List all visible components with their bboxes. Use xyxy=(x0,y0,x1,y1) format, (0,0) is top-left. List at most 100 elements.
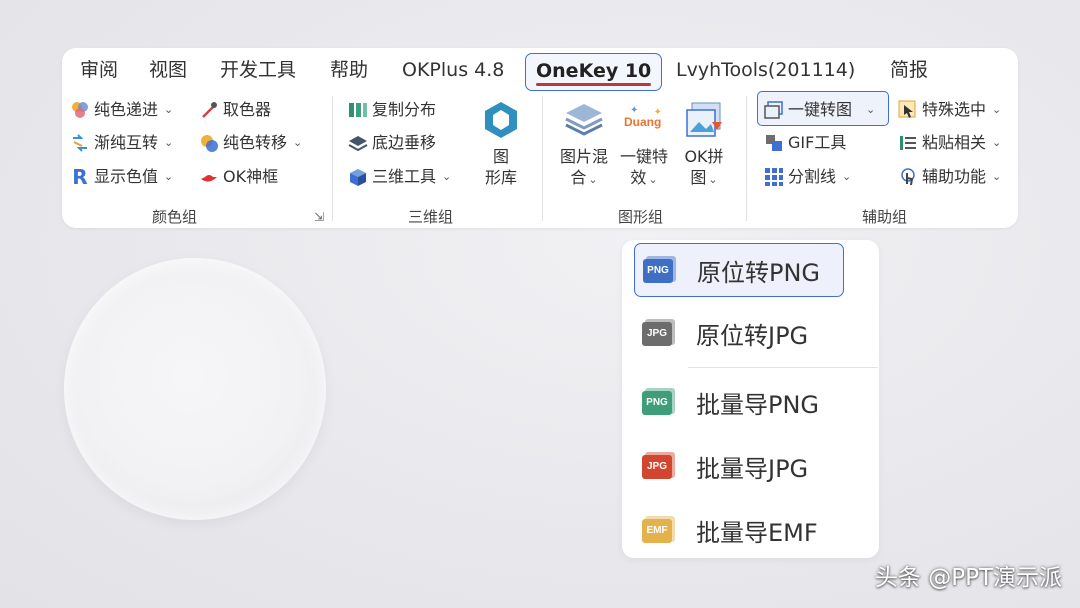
stacked-images-icon xyxy=(564,100,604,140)
color-picker-label: 取色器 xyxy=(223,100,272,119)
image-blend-line2: 合 xyxy=(570,168,587,187)
sparkle-icon: ✦ xyxy=(630,105,639,116)
chevron-down-icon: ⌄ xyxy=(992,136,1002,149)
divider-line-button[interactable]: 分割线 ⌄ xyxy=(764,165,851,189)
ribbon-tabs: 审阅 视图 开发工具 帮助 OKPlus 4.8 OneKey 10 LvyhT… xyxy=(62,48,1018,91)
jpg-file-icon: JPG xyxy=(642,452,676,480)
gradient-solid-convert-button[interactable]: 渐纯互转 ⌄ xyxy=(70,131,173,155)
ribbon: 审阅 视图 开发工具 帮助 OKPlus 4.8 OneKey 10 LvyhT… xyxy=(62,48,1018,228)
layers-icon xyxy=(348,133,368,153)
group-separator xyxy=(542,96,543,221)
ok-collage-line2-row: 图 ⌄ xyxy=(676,167,732,190)
image-convert-icon xyxy=(764,100,784,120)
jpg-file-icon: JPG xyxy=(642,319,676,347)
menu-item-batch-jpg[interactable]: JPG 批量导JPG xyxy=(634,440,844,492)
ok-collage-button[interactable]: OK拼 图 ⌄ xyxy=(676,100,732,190)
png-badge: PNG xyxy=(643,259,673,283)
color-transfer-icon xyxy=(199,133,219,153)
menu-item-label: 批量导JPG xyxy=(696,454,809,483)
one-click-effect-button[interactable]: Duang ✦ ✦ 一键特 效 ⌄ xyxy=(614,100,674,190)
tab-review[interactable]: 审阅 xyxy=(80,56,118,84)
shape-library-line2: 形库 xyxy=(484,168,517,187)
ok-magic-frame-button[interactable]: OK神框 xyxy=(199,165,278,189)
r-letter-icon: R xyxy=(72,165,88,189)
chevron-down-icon: ⌄ xyxy=(992,103,1002,116)
ok-collage-line1: OK拼 xyxy=(684,147,724,166)
gif-tools-label: GIF工具 xyxy=(788,133,847,152)
jpg-badge: JPG xyxy=(642,455,672,479)
emf-file-icon: EMF xyxy=(642,516,676,544)
dialog-launcher-icon[interactable]: ⇲ xyxy=(314,210,324,224)
menu-item-inplace-jpg[interactable]: JPG 原位转JPG xyxy=(634,307,844,359)
shape-library-button[interactable]: 图 形库 xyxy=(476,100,526,188)
solid-color-progression-label: 纯色递进 xyxy=(94,100,159,119)
ok-collage-line2: 图 xyxy=(690,168,707,187)
chevron-down-icon: ⌄ xyxy=(588,173,598,186)
tab-developer[interactable]: 开发工具 xyxy=(220,56,296,84)
menu-separator xyxy=(688,367,878,368)
show-color-value-label: 显示色值 xyxy=(94,167,159,186)
shape-group-label: 图形组 xyxy=(618,208,664,226)
chevron-down-icon: ⌄ xyxy=(164,103,174,116)
gradient-solid-convert-label: 渐纯互转 xyxy=(94,133,159,152)
menu-item-batch-emf[interactable]: EMF 批量导EMF xyxy=(634,504,844,556)
gif-icon xyxy=(764,133,784,153)
paste-related-label: 粘贴相关 xyxy=(922,133,987,152)
bottom-edge-shift-button[interactable]: 底边垂移 xyxy=(348,131,436,155)
tab-lvyhtools[interactable]: LvyhTools(201114) xyxy=(676,56,855,84)
sparkle-icon: ✦ xyxy=(653,107,662,118)
chevron-down-icon: ⌄ xyxy=(293,136,303,149)
ok-magic-frame-label: OK神框 xyxy=(223,167,279,186)
paste-list-icon xyxy=(898,133,918,153)
chevron-down-icon: ⌄ xyxy=(866,103,876,116)
chevron-down-icon: ⌄ xyxy=(164,170,174,183)
eyedropper-icon xyxy=(199,100,219,120)
copy-distribute-button[interactable]: 复制分布 xyxy=(348,98,436,122)
gif-tools-button[interactable]: GIF工具 xyxy=(764,131,846,155)
menu-item-label: 批量导EMF xyxy=(696,518,818,547)
chevron-down-icon: ⌄ xyxy=(442,170,452,183)
magic-lamp-icon xyxy=(199,167,219,187)
image-blend-button[interactable]: 图片混 合 ⌄ xyxy=(554,100,614,190)
menu-item-label: 批量导PNG xyxy=(696,390,820,419)
one-click-effect-line2: 效 xyxy=(630,168,647,187)
paste-related-button[interactable]: 粘贴相关 ⌄ xyxy=(898,131,1001,155)
color-picker-button[interactable]: 取色器 xyxy=(199,98,271,122)
menu-item-inplace-png[interactable]: PNG 原位转PNG xyxy=(634,243,844,297)
solid-color-transfer-button[interactable]: 纯色转移 ⌄ xyxy=(199,131,302,155)
auxiliary-functions-button[interactable]: 辅助功能 ⌄ xyxy=(898,165,1001,189)
emf-badge: EMF xyxy=(642,519,672,543)
gradient-arrows-icon xyxy=(70,133,90,153)
bottom-edge-shift-label: 底边垂移 xyxy=(372,133,437,152)
special-select-label: 特殊选中 xyxy=(922,100,987,119)
menu-item-batch-png[interactable]: PNG 批量导PNG xyxy=(634,376,844,428)
chevron-down-icon: ⌄ xyxy=(648,173,658,186)
collage-icon xyxy=(684,100,724,140)
auxiliary-functions-label: 辅助功能 xyxy=(922,167,987,186)
chevron-down-icon: ⌄ xyxy=(708,173,718,186)
special-select-button[interactable]: 特殊选中 ⌄ xyxy=(898,98,1001,122)
hexagon-icon xyxy=(481,100,521,140)
show-color-value-button[interactable]: R 显示色值 ⌄ xyxy=(70,165,173,189)
solid-color-progression-button[interactable]: 纯色递进 ⌄ xyxy=(70,98,173,122)
tab-briefing[interactable]: 简报 xyxy=(890,56,928,84)
shape-library-line1: 图 xyxy=(492,147,509,166)
duang-icon: Duang ✦ ✦ xyxy=(624,100,664,140)
tab-view[interactable]: 视图 xyxy=(149,56,187,84)
copy-distribute-icon xyxy=(348,100,368,120)
tab-okplus[interactable]: OKPlus 4.8 xyxy=(402,56,504,84)
png-file-icon: PNG xyxy=(642,388,676,416)
divider-line-label: 分割线 xyxy=(788,167,837,186)
image-blend-line1: 图片混 xyxy=(559,147,608,166)
image-blend-line2-row: 合 ⌄ xyxy=(554,167,614,190)
one-click-to-image-button[interactable]: 一键转图 ⌄ xyxy=(764,98,875,122)
group-separator xyxy=(746,96,747,221)
tab-onekey[interactable]: OneKey 10 xyxy=(525,53,663,91)
group-separator xyxy=(332,96,333,221)
3d-group-label: 三维组 xyxy=(408,208,454,226)
assist-group-label: 辅助组 xyxy=(862,208,908,226)
chevron-down-icon: ⌄ xyxy=(842,170,852,183)
one-click-effect-line2-row: 效 ⌄ xyxy=(614,167,674,190)
tab-help[interactable]: 帮助 xyxy=(330,56,368,84)
3d-tools-button[interactable]: 三维工具 ⌄ xyxy=(348,165,451,189)
